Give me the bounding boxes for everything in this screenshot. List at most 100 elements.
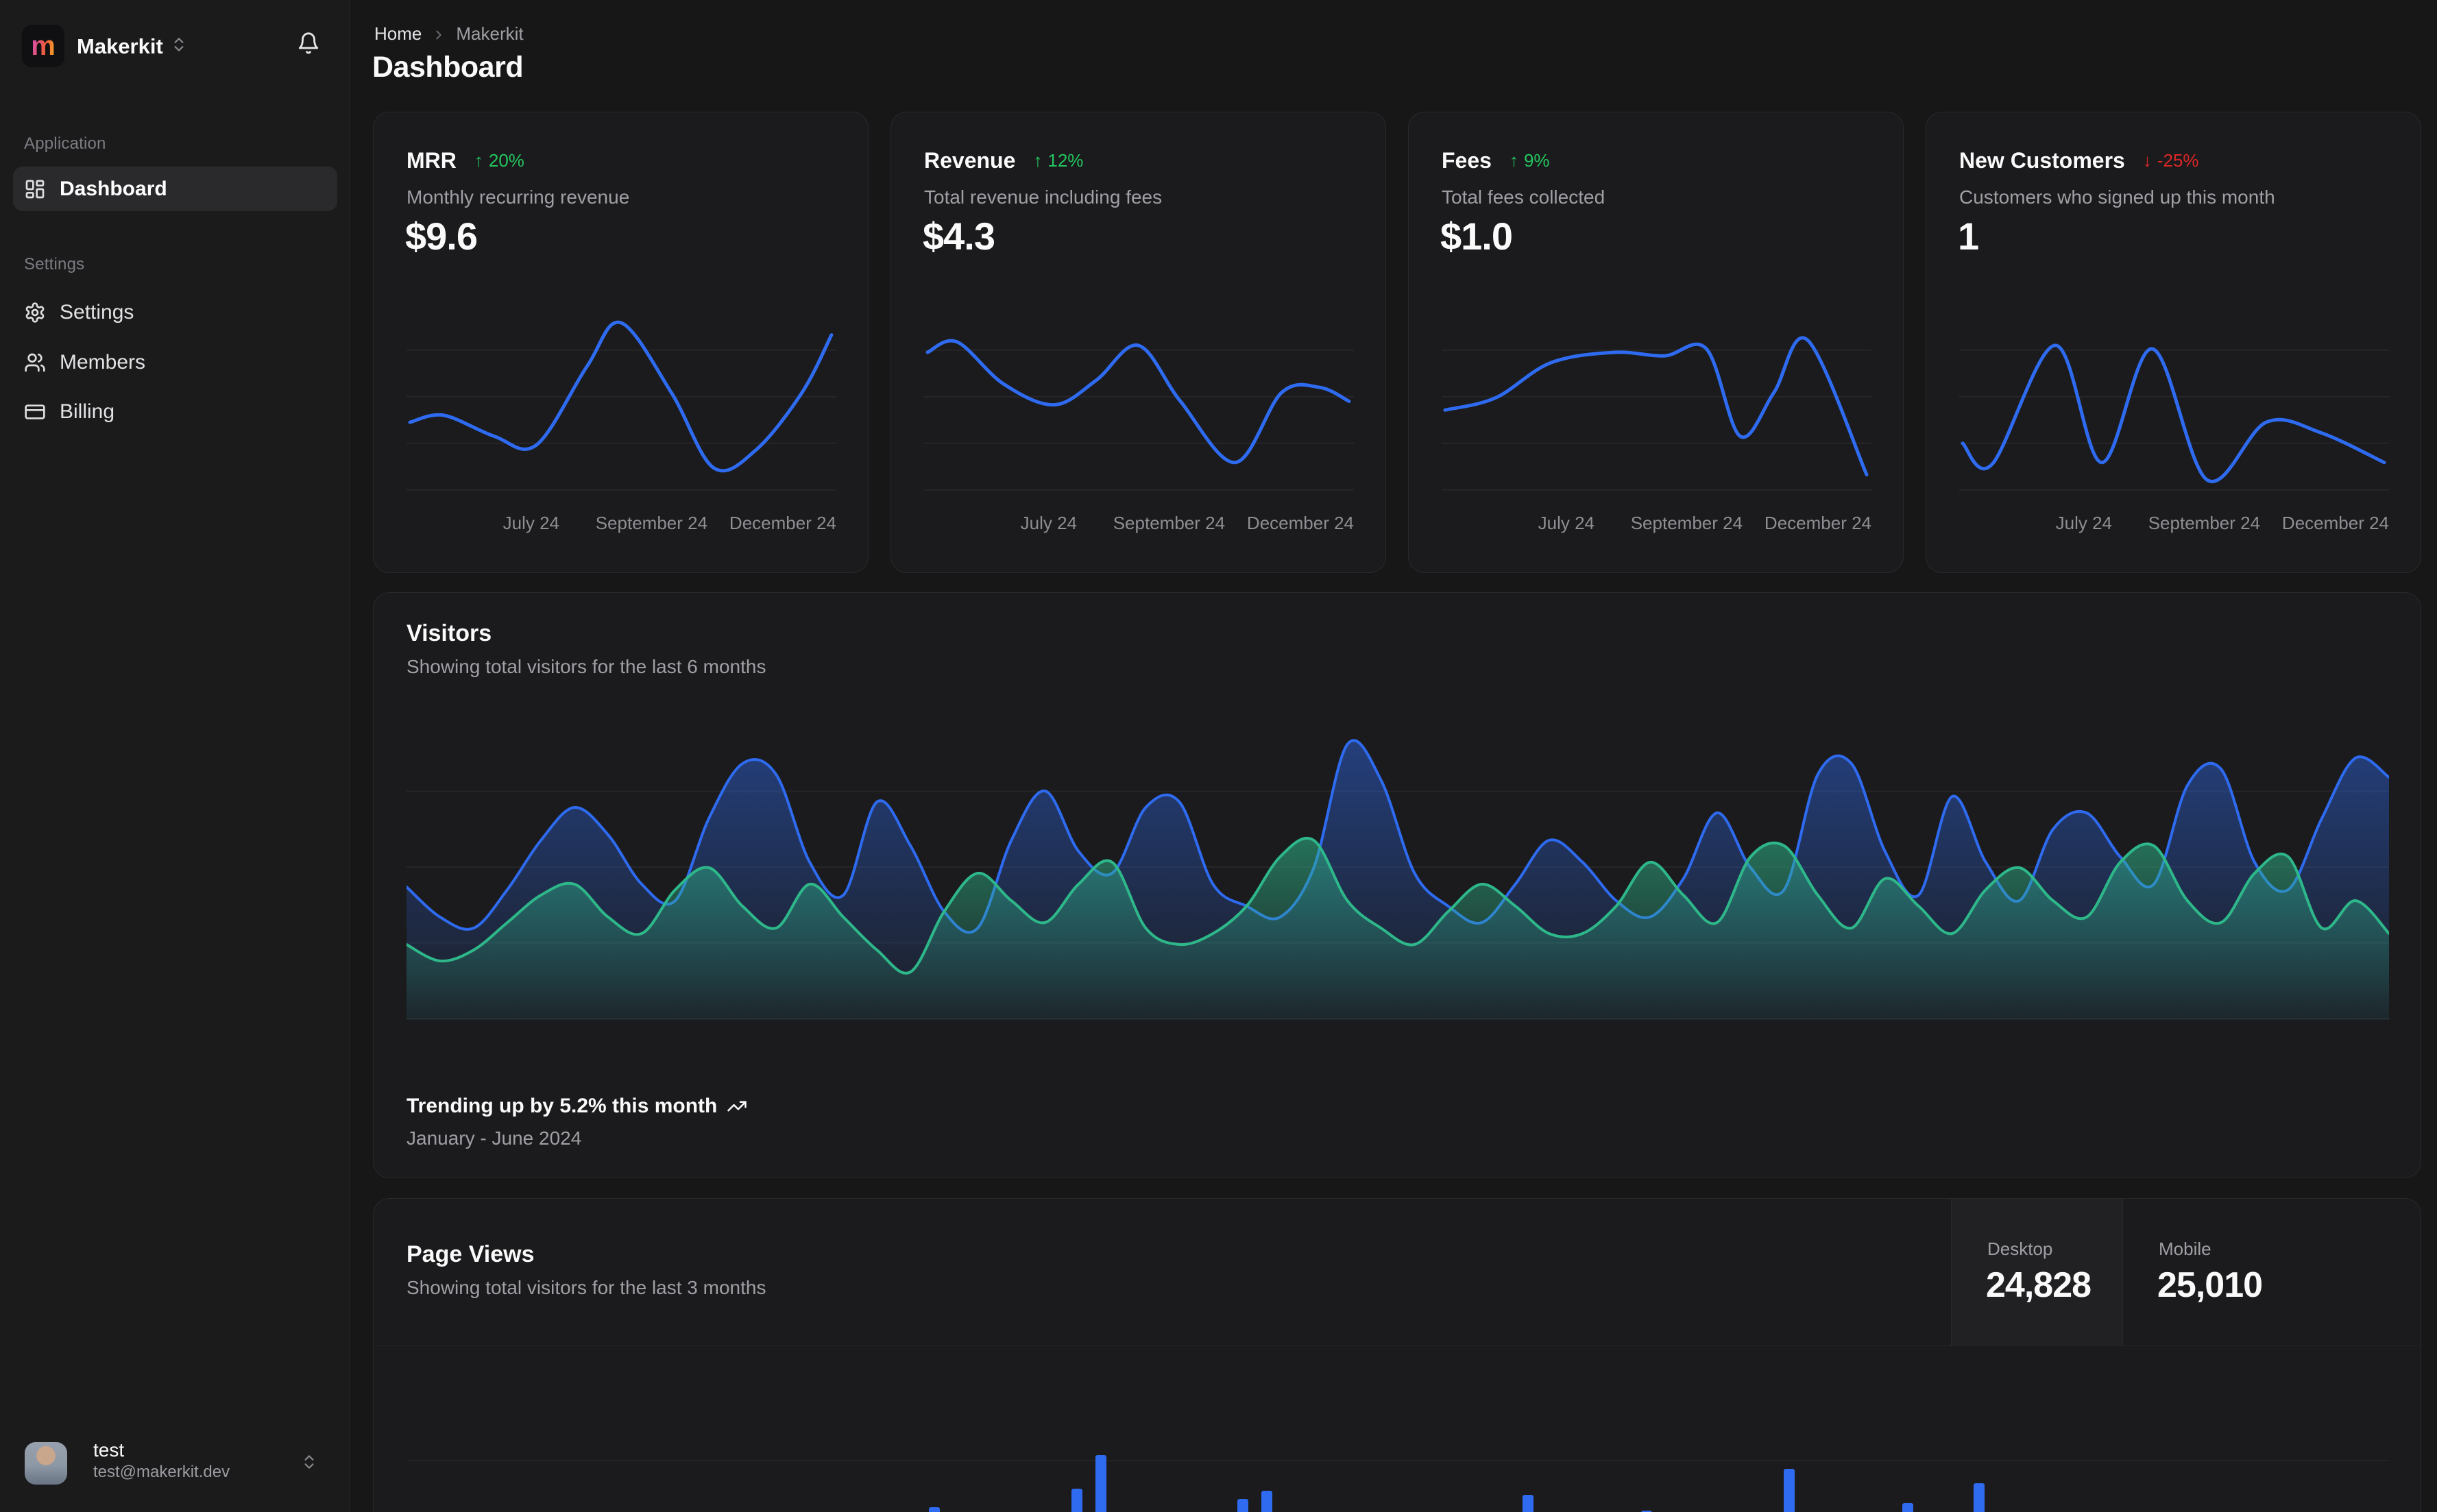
x-tick: September 24 [1630, 513, 1743, 533]
toggle-value: 24,828 [1986, 1265, 2092, 1305]
stat-card-revenue: Revenue ↑ 12% Total revenue including fee… [890, 112, 1386, 573]
page-views-header: Page Views Showing total visitors for th… [374, 1199, 2421, 1346]
section-label-application: Application [24, 134, 106, 153]
x-tick: September 24 [1113, 513, 1226, 533]
x-tick: July 24 [1020, 513, 1078, 533]
mrr-sparkline-chart [407, 320, 836, 491]
sidebar-item-label: Members [60, 350, 146, 374]
breadcrumb: Home Makerkit [374, 23, 524, 45]
page-views-card: Page Views Showing total visitors for th… [373, 1198, 2421, 1512]
user-email: test@makerkit.dev [93, 1463, 230, 1481]
visitors-footer: Trending up by 5.2% this month [407, 1095, 747, 1118]
page-views-subtitle: Showing total visitors for the last 3 mo… [407, 1277, 766, 1298]
bar [929, 1507, 941, 1512]
arrow-up-icon: ↑ [1033, 150, 1043, 171]
x-tick: December 24 [1246, 513, 1354, 533]
bar [1237, 1499, 1249, 1512]
logo-letter: m [31, 31, 56, 61]
x-axis: July 24 September 24 December 24 [924, 513, 1354, 533]
sidebar-item-billing[interactable]: Billing [13, 389, 337, 434]
main-content: Home Makerkit Dashboard MRR ↑ 20% Monthly… [350, 0, 2437, 1512]
toggle-mobile[interactable]: Mobile 25,010 [2122, 1199, 2421, 1346]
bar [1095, 1455, 1106, 1512]
stat-title: Revenue [924, 148, 1016, 173]
page-views-bar-chart[interactable] [407, 1377, 2389, 1512]
sidebar-item-label: Dashboard [60, 177, 167, 200]
x-tick: December 24 [2281, 513, 2389, 533]
sidebar-item-members[interactable]: Members [13, 340, 337, 385]
chevron-right-icon [431, 27, 446, 42]
stat-description: Total revenue including fees [924, 186, 1163, 208]
stat-description: Customers who signed up this month [1959, 186, 2275, 208]
stat-card-fees: Fees ↑ 9% Total fees collected $1.0 July … [1408, 112, 1904, 573]
fees-sparkline-chart [1442, 336, 1871, 491]
visitors-trend-text: Trending up by 5.2% this month [407, 1095, 718, 1117]
x-tick: December 24 [1764, 513, 1871, 533]
toggle-desktop[interactable]: Desktop 24,828 [1951, 1199, 2122, 1346]
visitors-title: Visitors [407, 620, 492, 646]
stat-description: Total fees collected [1442, 186, 1605, 208]
x-axis: July 24 September 24 December 24 [1442, 513, 1871, 533]
stat-description: Monthly recurring revenue [407, 186, 630, 208]
visitors-subtitle: Showing total visitors for the last 6 mo… [407, 656, 766, 677]
credit-card-icon [24, 401, 46, 423]
users-icon [24, 352, 46, 374]
avatar [25, 1442, 67, 1485]
user-menu[interactable]: test test@makerkit.dev [12, 1432, 337, 1494]
x-tick: July 24 [1538, 513, 1595, 533]
trend-badge: ↑ 12% [1033, 150, 1084, 171]
sidebar-item-label: Settings [60, 300, 134, 324]
bar [1902, 1503, 1914, 1512]
makerkit-logo: m [22, 25, 64, 67]
bar [1261, 1491, 1273, 1512]
stat-value: $4.3 [923, 215, 995, 258]
stat-card-new-customers: New Customers ↓ -25% Customers who signed… [1926, 112, 2421, 573]
stat-title: MRR [407, 148, 457, 173]
arrow-down-icon: ↓ [2142, 150, 2152, 171]
workspace-selector[interactable]: m Makerkit [0, 0, 349, 92]
trend-badge: ↑ 9% [1509, 150, 1550, 171]
toggle-label: Desktop [1987, 1239, 2053, 1259]
breadcrumb-current: Makerkit [456, 23, 524, 44]
bar [1974, 1483, 1985, 1512]
section-label-settings: Settings [24, 255, 85, 273]
chevrons-up-down-icon[interactable] [170, 36, 188, 53]
gear-icon [24, 302, 46, 324]
x-tick: September 24 [595, 513, 708, 533]
visitors-date-range: January - June 2024 [407, 1127, 582, 1149]
sidebar: m Makerkit Application Dashboard Setting… [0, 0, 350, 1512]
toggle-value: 25,010 [2157, 1265, 2263, 1305]
breadcrumb-home-link[interactable]: Home [374, 23, 422, 45]
stat-cards-row: MRR ↑ 20% Monthly recurring revenue $9.6 … [373, 112, 2421, 573]
bar [1784, 1469, 1795, 1512]
bar [1071, 1489, 1082, 1512]
bell-icon[interactable] [297, 32, 320, 55]
stat-value: $9.6 [405, 215, 478, 258]
page-title: Dashboard [372, 51, 524, 84]
x-tick: July 24 [2055, 513, 2113, 533]
revenue-sparkline-chart [924, 339, 1354, 491]
x-axis: July 24 September 24 December 24 [407, 513, 836, 533]
stat-title: New Customers [1959, 148, 2125, 173]
new-customers-sparkline-chart [1959, 343, 2389, 491]
stat-card-mrr: MRR ↑ 20% Monthly recurring revenue $9.6 … [373, 112, 869, 573]
x-tick: July 24 [502, 513, 560, 533]
user-name: test [93, 1439, 125, 1461]
visitors-card: Visitors Showing total visitors for the … [373, 592, 2421, 1178]
x-tick: September 24 [2148, 513, 2261, 533]
visitors-area-chart[interactable] [407, 716, 2389, 1020]
sidebar-item-label: Billing [60, 400, 115, 423]
dashboard-icon [24, 178, 46, 200]
chevrons-up-down-icon [300, 1453, 318, 1471]
trend-badge: ↑ 20% [474, 150, 524, 171]
workspace-name: Makerkit [77, 34, 163, 58]
trending-up-icon [727, 1096, 747, 1117]
sidebar-item-settings[interactable]: Settings [13, 290, 337, 334]
stat-value: 1 [1958, 215, 1979, 258]
arrow-up-icon: ↑ [1509, 150, 1518, 171]
x-axis: July 24 September 24 December 24 [1959, 513, 2389, 533]
stat-title: Fees [1442, 148, 1492, 173]
sidebar-item-dashboard[interactable]: Dashboard [13, 167, 337, 211]
page-views-title: Page Views [407, 1241, 535, 1267]
x-tick: December 24 [729, 513, 836, 533]
